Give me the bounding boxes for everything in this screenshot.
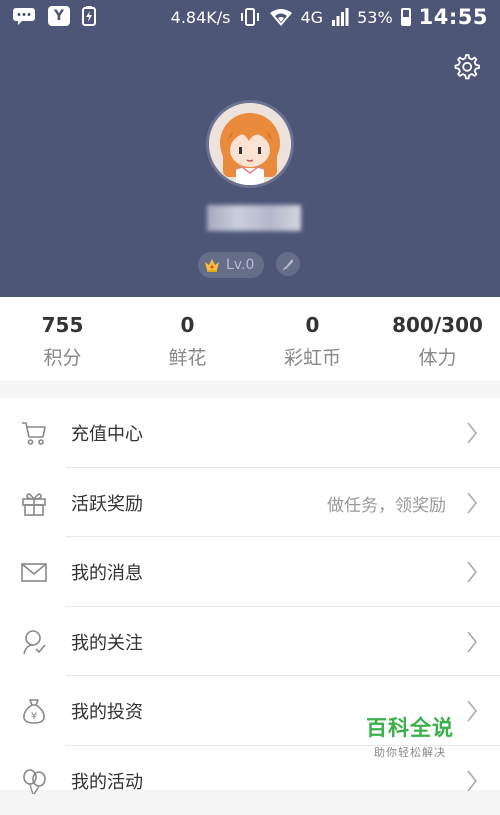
menu-label: 我的消息 [71, 559, 143, 585]
profile-badges: Lv.0 [198, 252, 300, 278]
menu-label: 我的关注 [71, 629, 143, 655]
menu-label: 活跃奖励 [71, 490, 143, 516]
envelope-icon [20, 558, 48, 586]
chevron-right-icon [466, 769, 478, 793]
chevron-right-icon [466, 560, 478, 584]
stat-stamina[interactable]: 800/300 体力 [375, 297, 500, 381]
stat-points[interactable]: 755 积分 [0, 297, 125, 381]
watermark: 百科全说 助你轻松解决 [356, 712, 464, 768]
stat-label: 体力 [375, 343, 500, 370]
anime-girl-avatar-image [209, 103, 291, 185]
chevron-right-icon [466, 421, 478, 445]
vibrate-icon [239, 7, 261, 27]
app-notification-icon: Y [48, 6, 70, 26]
menu-label: 我的投资 [71, 698, 143, 724]
stat-label: 彩虹币 [250, 343, 375, 370]
stat-value: 0 [250, 313, 375, 337]
stat-flowers[interactable]: 0 鲜花 [125, 297, 250, 381]
stat-label: 鲜花 [125, 343, 250, 370]
stat-rainbow-coins[interactable]: 0 彩虹币 [250, 297, 375, 381]
battery-percent: 53% [357, 8, 393, 27]
watermark-title: 百科全说 [356, 712, 464, 742]
signal-icon [331, 8, 349, 26]
status-bar-notifications: Y [12, 6, 96, 26]
stat-value: 0 [125, 313, 250, 337]
money-bag-icon: ¥ [20, 697, 48, 725]
status-bar-system: 4.84K/s 4G 53% 14:55 [171, 5, 488, 29]
menu-item-my-messages[interactable]: 我的消息 [0, 537, 500, 607]
level-text: Lv.0 [226, 257, 254, 273]
stats-row: 755 积分 0 鲜花 0 彩虹币 800/300 体力 [0, 297, 500, 381]
menu-item-recharge-center[interactable]: 充值中心 [0, 398, 500, 468]
status-bar: Y 4.84K/s 4G 53% 14:55 [0, 0, 500, 36]
stat-label: 积分 [0, 343, 125, 370]
clock: 14:55 [419, 5, 488, 29]
stat-value: 755 [0, 313, 125, 337]
level-badge[interactable]: Lv.0 [198, 252, 264, 278]
cart-icon [20, 419, 48, 447]
watermark-subtitle: 助你轻松解决 [356, 744, 464, 760]
menu-item-activity-rewards[interactable]: 活跃奖励 做任务，领奖励 [0, 468, 500, 538]
edit-profile-button[interactable] [276, 252, 300, 276]
svg-text:¥: ¥ [31, 711, 37, 722]
network-type: 4G [301, 8, 324, 27]
feather-pen-icon [281, 257, 295, 271]
follow-icon [20, 628, 48, 656]
stat-value: 800/300 [375, 313, 500, 337]
gift-icon [20, 489, 48, 517]
username-obscured [207, 205, 301, 231]
chat-bubble-icon [12, 6, 36, 26]
crown-icon [204, 257, 220, 273]
settings-gear-icon[interactable] [452, 52, 480, 80]
menu-note: 做任务，领奖励 [327, 491, 446, 516]
network-speed: 4.84K/s [171, 8, 231, 27]
battery-charging-icon [82, 6, 96, 26]
menu-label: 充值中心 [71, 420, 143, 446]
menu-item-my-follows[interactable]: 我的关注 [0, 607, 500, 677]
battery-icon [401, 8, 411, 26]
chevron-right-icon [466, 491, 478, 515]
battery-fill [403, 17, 409, 24]
balloons-icon [20, 767, 48, 795]
chevron-right-icon [466, 630, 478, 654]
profile-header: Lv.0 [0, 36, 500, 297]
wifi-icon [269, 7, 293, 27]
avatar[interactable] [206, 100, 294, 188]
chevron-right-icon [466, 699, 478, 723]
